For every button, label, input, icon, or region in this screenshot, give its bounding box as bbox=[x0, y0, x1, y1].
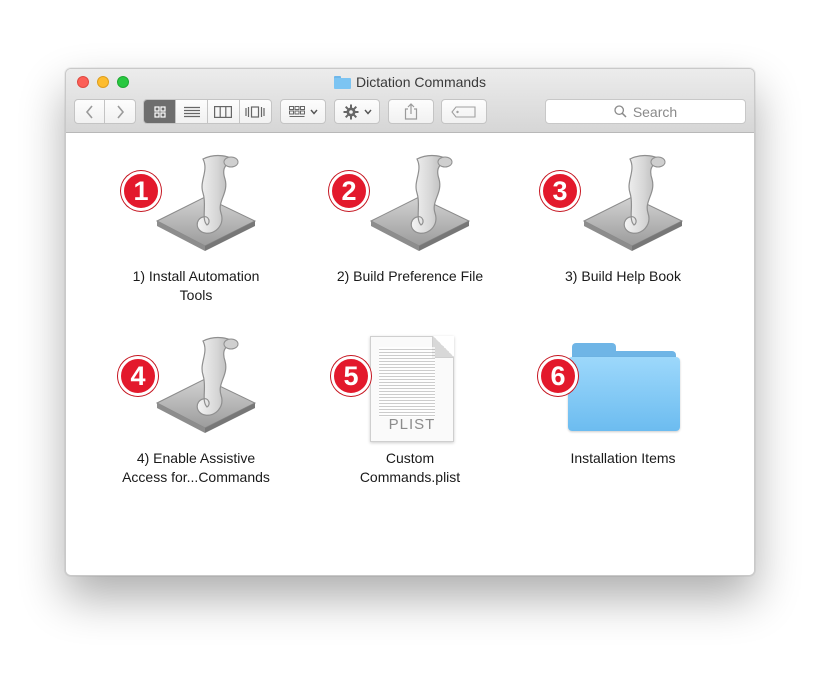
chevron-right-icon bbox=[117, 104, 125, 119]
column-view-icon bbox=[214, 105, 233, 118]
automator-app-icon bbox=[572, 149, 692, 259]
icon-view-button[interactable] bbox=[144, 100, 177, 123]
gear-icon bbox=[343, 104, 358, 119]
file-item-build-preference-file[interactable]: 2 2) Build Preference File bbox=[329, 149, 485, 286]
file-item-install-automation-tools[interactable]: 1 1) Install Automation Tools bbox=[121, 149, 271, 305]
action-button[interactable] bbox=[334, 99, 380, 124]
automator-app-icon bbox=[145, 149, 265, 259]
automator-app-icon bbox=[145, 331, 265, 441]
plist-file-icon: PLIST bbox=[370, 336, 454, 442]
list-view-button[interactable] bbox=[176, 100, 208, 123]
file-label: 3) Build Help Book bbox=[565, 268, 681, 284]
search-icon bbox=[614, 105, 627, 118]
cover-flow-view-button[interactable] bbox=[240, 100, 271, 123]
share-button[interactable] bbox=[388, 99, 434, 124]
file-label: 1) Install Automation Tools bbox=[132, 268, 260, 303]
file-item-custom-commands-plist[interactable]: PLIST 5 Custom Commands.plist bbox=[331, 331, 485, 487]
step-badge: 6 bbox=[538, 356, 578, 396]
column-view-button[interactable] bbox=[208, 100, 240, 123]
view-mode-control bbox=[143, 99, 272, 124]
search-placeholder: Search bbox=[632, 103, 678, 120]
chevron-down-icon bbox=[309, 109, 318, 115]
step-badge: 2 bbox=[329, 171, 369, 211]
folder-icon bbox=[568, 343, 680, 433]
search-field[interactable]: Search bbox=[545, 99, 746, 124]
tag-button[interactable] bbox=[441, 99, 487, 124]
share-icon bbox=[404, 103, 418, 120]
window-title: Dictation Commands bbox=[66, 74, 754, 90]
file-item-installation-items[interactable]: 6 Installation Items bbox=[538, 331, 698, 468]
tag-icon bbox=[451, 105, 476, 118]
arrange-button[interactable] bbox=[280, 99, 326, 124]
cover-flow-icon bbox=[245, 105, 265, 118]
plist-file-tag: PLIST bbox=[388, 416, 436, 433]
file-label: Installation Items bbox=[570, 450, 676, 466]
step-badge: 3 bbox=[540, 171, 580, 211]
file-grid: 1 1) Install Automation Tools 2 2) Build… bbox=[66, 133, 754, 575]
step-badge: 5 bbox=[331, 356, 371, 396]
chevron-down-icon bbox=[363, 109, 372, 115]
file-label: 4) Enable Assistive Access for...Command… bbox=[122, 450, 270, 485]
step-badge: 4 bbox=[118, 356, 158, 396]
forward-button[interactable] bbox=[105, 100, 135, 123]
list-view-icon bbox=[183, 106, 200, 117]
file-label: Custom Commands.plist bbox=[359, 450, 461, 485]
finder-window: Dictation Commands Search 1 1) Install A… bbox=[65, 68, 755, 576]
automator-app-icon bbox=[359, 149, 479, 259]
folder-icon bbox=[334, 75, 352, 89]
file-label: 2) Build Preference File bbox=[336, 268, 484, 284]
chevron-left-icon bbox=[85, 104, 93, 119]
arrange-grid-icon bbox=[288, 105, 305, 117]
file-item-enable-assistive-access[interactable]: 4 4) Enable Assistive Access for...Comma… bbox=[118, 331, 271, 487]
toolbar: Dictation Commands Search bbox=[66, 69, 754, 133]
back-button[interactable] bbox=[75, 100, 106, 123]
file-item-build-help-book[interactable]: 3 3) Build Help Book bbox=[540, 149, 698, 286]
nav-buttons bbox=[74, 99, 136, 124]
icon-view-icon bbox=[154, 105, 166, 118]
window-title-text: Dictation Commands bbox=[356, 74, 486, 90]
step-badge: 1 bbox=[121, 171, 161, 211]
